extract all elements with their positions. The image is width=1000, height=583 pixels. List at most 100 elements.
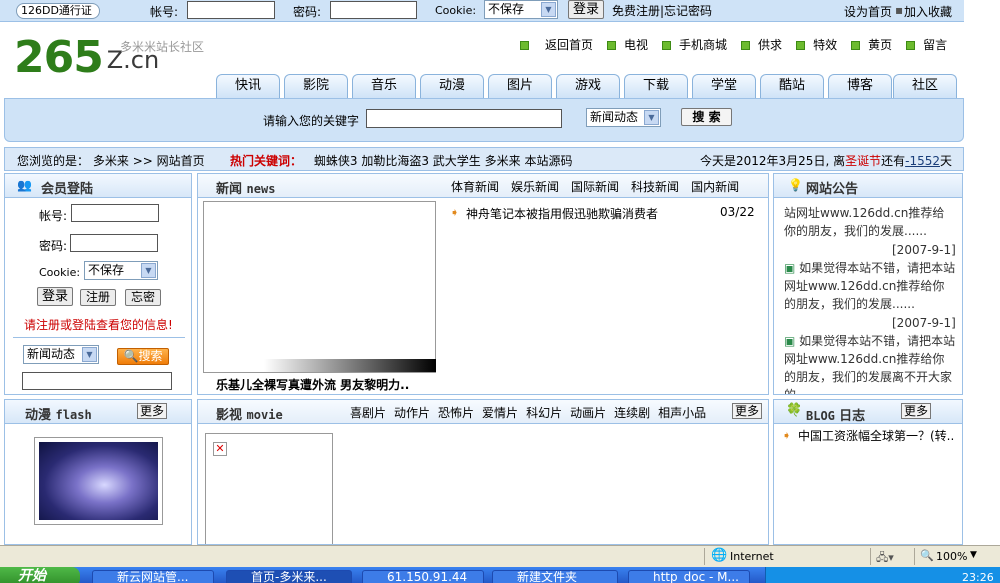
member-search-category[interactable]: 新闻动态 ▼: [23, 345, 99, 364]
search-category-value: 新闻动态: [590, 110, 639, 124]
holiday-name: 圣诞节: [845, 154, 882, 168]
news-item-date: 03/22: [720, 205, 755, 219]
member-forgot-button[interactable]: 忘密: [125, 289, 161, 306]
security-icon[interactable]: 🖧▾: [876, 549, 894, 568]
movie-tab-comedy[interactable]: 喜剧片: [350, 406, 386, 420]
movie-tab-crosstalk[interactable]: 相声小品: [658, 406, 706, 420]
anime-more-button[interactable]: 更多: [137, 403, 167, 419]
movie-thumbnail[interactable]: ✕: [205, 433, 333, 544]
zone-label: Internet: [730, 550, 774, 563]
tab-anime[interactable]: 动漫: [420, 74, 484, 98]
top-account-input[interactable]: [187, 1, 275, 19]
search-input[interactable]: [366, 109, 562, 128]
announcement-header: 💡 网站公告: [774, 174, 962, 198]
tab-school[interactable]: 学堂: [692, 74, 756, 98]
anime-thumbnail[interactable]: [34, 437, 163, 525]
news-tab-domestic[interactable]: 国内新闻: [691, 180, 739, 194]
nav-mobile[interactable]: 手机商城: [679, 38, 727, 52]
keyword-link[interactable]: 本站源码: [524, 154, 572, 168]
movie-tab-action[interactable]: 动作片: [394, 406, 430, 420]
news-tabs: 体育新闻 娱乐新闻 国际新闻 科技新闻 国内新闻: [451, 178, 739, 195]
add-favorite-link[interactable]: 加入收藏: [904, 3, 952, 20]
taskbar-item[interactable]: 新建文件夹: [492, 570, 618, 583]
taskbar-item[interactable]: 新云网站管...: [92, 570, 214, 583]
tab-download[interactable]: 下载: [624, 74, 688, 98]
keyword-link[interactable]: 加勒比海盗3: [361, 154, 429, 168]
remaining-text: 还有: [881, 154, 906, 168]
news-item-link[interactable]: 神舟笔记本被指用假迅驰欺骗消费者: [466, 205, 658, 222]
blog-title-en: BLOG: [806, 409, 835, 423]
tab-games[interactable]: 游戏: [556, 74, 620, 98]
member-password-input[interactable]: [70, 234, 158, 252]
movie-more-button[interactable]: 更多: [732, 403, 762, 419]
nav-guestbook[interactable]: 留言: [923, 38, 947, 52]
blog-header: 🍀 BLOG 日志 更多: [774, 400, 962, 424]
passport-badge[interactable]: 126DD通行证: [16, 3, 100, 19]
news-image-caption[interactable]: 乐基儿全裸写真遭外流 男友黎明力..: [216, 376, 409, 393]
member-register-button[interactable]: 注册: [80, 289, 116, 306]
taskbar-item[interactable]: 61.150.91.44: [362, 570, 484, 583]
news-tab-ent[interactable]: 娱乐新闻: [511, 180, 559, 194]
top-password-input[interactable]: [330, 1, 417, 19]
top-cookie-value: 不保存: [488, 2, 525, 16]
blog-more-button[interactable]: 更多: [901, 403, 931, 419]
tab-coolsites[interactable]: 酷站: [760, 74, 824, 98]
tab-news[interactable]: 快讯: [216, 74, 280, 98]
breadcrumb-page[interactable]: 网站首页: [157, 154, 205, 168]
announcement-title: 网站公告: [806, 182, 859, 197]
keyword-link[interactable]: 多米来: [485, 154, 521, 168]
nav-tv[interactable]: 电视: [624, 38, 648, 52]
tab-pictures[interactable]: 图片: [488, 74, 552, 98]
member-login-header: 👥 会员登陆: [5, 174, 191, 198]
news-title: 新闻 news: [216, 178, 275, 197]
tab-blog[interactable]: 博客: [828, 74, 892, 98]
tab-music[interactable]: 音乐: [352, 74, 416, 98]
movie-tab-romance[interactable]: 爱情片: [482, 406, 518, 420]
movie-tab-horror[interactable]: 恐怖片: [438, 406, 474, 420]
member-search-input[interactable]: [22, 372, 172, 390]
breadcrumb-site[interactable]: 多米来: [93, 154, 129, 168]
search-category-select[interactable]: 新闻动态 ▼: [586, 108, 661, 127]
nav-effects[interactable]: 特效: [813, 38, 837, 52]
member-account-input[interactable]: [71, 204, 159, 222]
movie-tab-animation[interactable]: 动画片: [570, 406, 606, 420]
blog-item-link[interactable]: 中国工资涨幅全球第一？(转..: [798, 427, 954, 444]
member-search-button[interactable]: 🔍搜索: [117, 348, 169, 365]
bullet-icon: [741, 41, 751, 50]
keyword-link[interactable]: 蜘蛛侠3: [314, 154, 358, 168]
news-title-en: news: [246, 182, 276, 196]
note-icon: ▣: [784, 334, 796, 348]
taskbar-item[interactable]: http_doc - M...: [628, 570, 750, 583]
zoom-level[interactable]: 100%: [936, 550, 967, 563]
top-login-button[interactable]: 登录: [568, 0, 604, 19]
member-cookie-select[interactable]: 不保存 ▼: [84, 261, 158, 280]
announcement-item[interactable]: ▣ 如果觉得本站不错，请把本站网址www.126dd.cn推荐给你的朋友，我们的…: [784, 332, 956, 394]
member-search-label: 搜索: [138, 349, 163, 363]
nav-yellowpages[interactable]: 黄页: [868, 38, 892, 52]
keyword-link[interactable]: 武大学生: [433, 154, 481, 168]
nav-supply[interactable]: 供求: [758, 38, 782, 52]
movie-tab-series[interactable]: 连续剧: [614, 406, 650, 420]
top-cookie-select[interactable]: 不保存 ▼: [484, 0, 558, 19]
search-button[interactable]: 搜 索: [681, 108, 732, 126]
news-tab-sports[interactable]: 体育新闻: [451, 180, 499, 194]
announcement-item[interactable]: 站网址www.126dd.cn推荐给你的朋友，我们的发展......: [784, 204, 956, 240]
announcement-item[interactable]: ▣ 如果觉得本站不错，请把本站网址www.126dd.cn推荐给你的朋友，我们的…: [784, 259, 956, 313]
movie-tab-scifi[interactable]: 科幻片: [526, 406, 562, 420]
register-forgot-link[interactable]: 免费注册|忘记密码: [612, 2, 712, 19]
member-login-button[interactable]: 登录: [37, 287, 73, 306]
chevron-down-icon: ▼: [141, 263, 156, 278]
divider: [13, 337, 185, 338]
tab-cinema[interactable]: 影院: [284, 74, 348, 98]
start-button[interactable]: 开始: [0, 567, 80, 583]
news-tab-intl[interactable]: 国际新闻: [571, 180, 619, 194]
anime-header: 动漫 flash 更多: [5, 400, 191, 424]
news-tab-tech[interactable]: 科技新闻: [631, 180, 679, 194]
nav-home[interactable]: 返回首页: [545, 38, 593, 52]
news-image[interactable]: [203, 201, 436, 373]
account-label: 帐号:: [150, 5, 179, 19]
set-home-link[interactable]: 设为首页: [844, 3, 892, 20]
taskbar-item[interactable]: 首页-多米来...: [226, 570, 352, 583]
chevron-down-icon[interactable]: ▼: [970, 550, 977, 560]
tab-community[interactable]: 社区: [893, 74, 957, 98]
